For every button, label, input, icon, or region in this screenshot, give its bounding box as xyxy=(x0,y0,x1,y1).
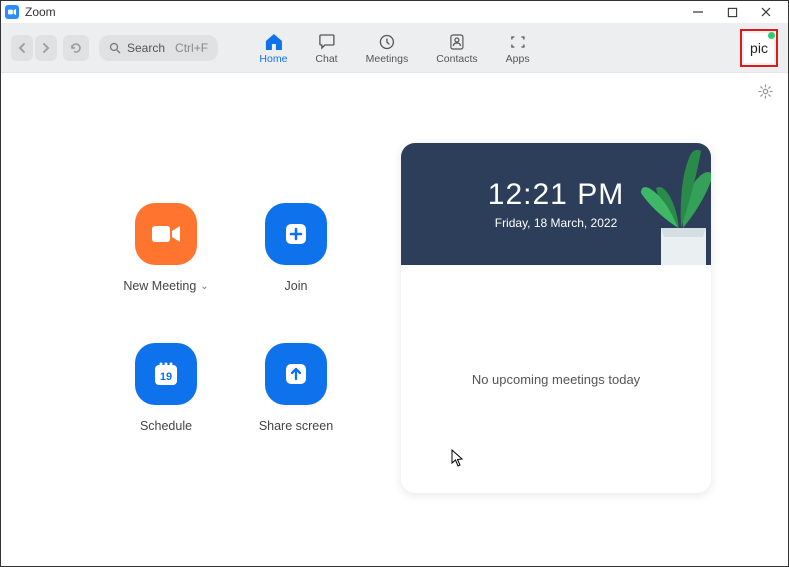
meetings-panel: 12:21 PM Friday, 18 March, 2022 No upcom… xyxy=(391,73,788,566)
join-button[interactable] xyxy=(265,203,327,265)
tab-meetings[interactable]: Meetings xyxy=(366,31,409,65)
calendar-icon: 19 xyxy=(151,359,181,389)
search-icon xyxy=(109,42,121,54)
status-indicator xyxy=(768,32,775,39)
tab-home[interactable]: Home xyxy=(259,31,287,65)
svg-text:19: 19 xyxy=(160,371,172,383)
share-screen-item: Share screen xyxy=(231,343,361,433)
nav-tabs: Home Chat Meetings Contacts Apps xyxy=(259,31,529,65)
plus-icon xyxy=(282,220,310,248)
profile-highlight: pic xyxy=(740,29,778,67)
tab-contacts[interactable]: Contacts xyxy=(436,31,477,65)
window-title: Zoom xyxy=(25,5,690,19)
search-placeholder: Search xyxy=(127,41,165,55)
upcoming-meetings: No upcoming meetings today xyxy=(401,265,711,493)
apps-icon xyxy=(508,33,528,51)
history-button[interactable] xyxy=(63,35,89,61)
schedule-label: Schedule xyxy=(140,419,192,433)
video-icon xyxy=(150,222,182,246)
clock-icon xyxy=(377,33,397,51)
meeting-card: 12:21 PM Friday, 18 March, 2022 No upcom… xyxy=(401,143,711,493)
search-shortcut: Ctrl+F xyxy=(175,41,208,55)
clock-header: 12:21 PM Friday, 18 March, 2022 xyxy=(401,143,711,265)
new-meeting-button[interactable] xyxy=(135,203,197,265)
action-panel: New Meeting ⌄ Join 19 Schedu xyxy=(1,73,391,566)
minimize-button[interactable] xyxy=(690,4,706,20)
window-controls xyxy=(690,4,784,20)
search-input[interactable]: Search Ctrl+F xyxy=(99,35,218,61)
back-button[interactable] xyxy=(11,35,33,61)
plant-decoration xyxy=(631,143,711,265)
current-time: 12:21 PM xyxy=(488,178,624,212)
schedule-button[interactable]: 19 xyxy=(135,343,197,405)
share-screen-label: Share screen xyxy=(259,419,333,433)
maximize-button[interactable] xyxy=(724,4,740,20)
chat-icon xyxy=(317,33,337,51)
tab-chat[interactable]: Chat xyxy=(315,31,337,65)
join-item: Join xyxy=(231,203,361,293)
share-screen-button[interactable] xyxy=(265,343,327,405)
contacts-icon xyxy=(447,33,467,51)
arrow-up-icon xyxy=(282,360,310,388)
new-meeting-item: New Meeting ⌄ xyxy=(101,203,231,293)
current-date: Friday, 18 March, 2022 xyxy=(495,216,618,230)
cursor-icon xyxy=(451,449,465,467)
schedule-item: 19 Schedule xyxy=(101,343,231,433)
chevron-down-icon[interactable]: ⌄ xyxy=(200,281,208,292)
empty-message: No upcoming meetings today xyxy=(472,372,640,387)
new-meeting-label: New Meeting ⌄ xyxy=(123,279,208,293)
settings-button[interactable] xyxy=(757,83,774,105)
content-area: New Meeting ⌄ Join 19 Schedu xyxy=(1,73,788,566)
nav-buttons xyxy=(11,35,89,61)
tab-apps[interactable]: Apps xyxy=(506,31,530,65)
home-icon xyxy=(263,33,283,51)
forward-button[interactable] xyxy=(35,35,57,61)
zoom-app-icon xyxy=(5,5,19,19)
join-label: Join xyxy=(285,279,308,293)
toolbar: Search Ctrl+F Home Chat Meetings Contact… xyxy=(1,23,788,73)
close-button[interactable] xyxy=(758,4,774,20)
titlebar: Zoom xyxy=(1,1,788,23)
profile-button[interactable]: pic xyxy=(744,33,774,63)
